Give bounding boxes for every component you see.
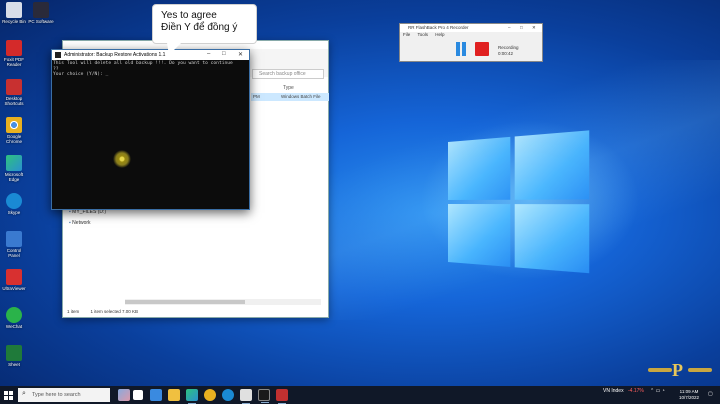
terminal-line: This Tool will delete all old backup !!!… [53,61,233,66]
type-column-label: Type [283,85,294,91]
explorer-status-bar: 1 item 1 item selected 7.00 KB [63,307,328,317]
minimize-icon[interactable]: – [207,51,210,57]
control-panel-icon[interactable]: Control Panel [1,231,27,258]
minimize-icon[interactable]: – [508,25,511,30]
taskbar-search-box[interactable]: ⌕ Type here to search [18,388,110,402]
icon-label: PC Software [28,19,54,24]
chrome-icon[interactable]: Google Chrome [1,117,27,144]
explorer-window-taskbar-icon[interactable] [240,389,252,404]
taskbar-search-placeholder: Type here to search [32,392,81,398]
recorder-taskbar-icon[interactable] [276,389,288,404]
terminal-title-bar[interactable]: Administrator: Backup Restore Activation… [52,50,249,60]
maximize-icon[interactable]: □ [520,25,523,30]
desktop-shortcuts-icon[interactable]: Desktop Shortcuts [1,79,27,106]
explorer-column-header[interactable]: Type [251,83,329,93]
recording-status: Recording 0:00:42 [498,45,519,57]
search-icon: ⌕ [22,390,26,397]
watermark-letter: P [672,360,683,380]
horizontal-scrollbar[interactable] [125,299,321,305]
callout-tail [164,43,182,55]
recorder-window[interactable]: RR FlashBack Pro 4 Recorder – □ ✕ File T… [399,23,543,62]
left-wing [648,368,672,372]
icon-image [6,2,22,18]
recorder-menu: File Tools Help [400,32,542,39]
task-view-icon[interactable] [133,390,143,400]
file-explorer-taskbar-icon[interactable] [168,389,180,401]
cmd-icon [55,52,61,58]
taskbar-clock[interactable]: 11:09 AM 10/7/2022 [676,389,702,401]
file-row[interactable]: PM Windows Batch File [251,93,329,101]
terminal-output[interactable]: This Tool will delete all old backup !!!… [52,60,249,79]
explorer-nav-pane: ▪ MY_FILES (D:) ▪ Network [69,209,106,231]
status-selected: 1 item selected 7.00 KB [90,309,139,314]
icon-label: Control Panel [6,248,22,258]
clock-date: 10/7/2022 [678,395,700,400]
taskbar: ⌕ Type here to search VN Index -4.17% ⌃ … [0,386,720,404]
desktop: Recycle Bin PC Software Foxit PDF Reader… [0,0,720,386]
mouse-cursor-highlight [113,150,131,168]
stop-button[interactable] [475,42,489,56]
stock-change: -4.17% [628,388,644,394]
file-time: PM [253,94,260,99]
chrome-taskbar-icon[interactable] [204,389,216,401]
close-icon[interactable]: ✕ [532,25,536,31]
watermark-logo: P [648,360,714,380]
annotation-callout: Yes to agree Điền Y để đồng ý [152,4,257,44]
icon-label: Recycle Bin [2,19,26,24]
recording-time: 0:00:42 [498,51,514,56]
menu-file[interactable]: File [403,32,410,37]
file-type: Windows Batch File [281,94,321,99]
terminal-title: Administrator: Backup Restore Activation… [64,52,166,58]
skype-icon[interactable]: Skype [1,193,27,215]
edge-icon[interactable]: Microsoft Edge [1,155,27,182]
close-icon[interactable]: ✕ [238,51,243,58]
icon-label: Skype [7,210,21,215]
nav-item-network[interactable]: ▪ Network [69,220,106,231]
icon-label: Google Chrome [5,134,22,144]
menu-help[interactable]: Help [435,32,444,37]
recycle-bin-icon[interactable]: Recycle Bin [1,2,27,24]
start-button[interactable] [4,391,13,400]
foxit-pdf-icon[interactable]: Foxit PDF Reader [1,40,27,67]
taskbar-widget-icon[interactable] [118,389,130,401]
edge-taskbar-icon[interactable] [186,389,198,404]
ultraviewer-icon[interactable]: UltraViewer [1,269,27,291]
scroll-thumb[interactable] [125,300,245,304]
pause-button[interactable] [454,42,468,56]
nav-item-my-files[interactable]: ▪ MY_FILES (D:) [69,209,106,220]
wechat-icon[interactable]: WeChat [1,307,27,329]
sheet-icon[interactable]: Sheet [1,345,27,367]
cmd-taskbar-icon[interactable] [258,389,270,403]
tray-icons[interactable]: ⌃ ▭ ◔ [650,388,665,394]
notification-icon[interactable]: ▢ [708,391,713,397]
terminal-prompt: Your choice (Y/N): _ [53,72,109,78]
skype-taskbar-icon[interactable] [222,389,234,401]
command-prompt-window[interactable]: Administrator: Backup Restore Activation… [51,49,250,210]
recorder-title-bar[interactable]: RR FlashBack Pro 4 Recorder – □ ✕ [400,24,542,32]
icon-label: Foxit PDF Reader [3,57,24,67]
icon-label: WeChat [5,324,23,329]
status-item-count: 1 item [67,309,80,314]
callout-line-english: Yes to agree [161,10,217,21]
icon-label: Desktop Shortcuts [4,96,24,106]
windows-logo [448,130,592,276]
search-placeholder: Search backup office [259,71,306,77]
icon-label: Microsoft Edge [4,172,24,182]
recorder-title: RR FlashBack Pro 4 Recorder [408,25,469,30]
callout-line-vietnamese: Điền Y để đồng ý [161,22,238,33]
right-wing [688,368,712,372]
stock-name: VN Index [603,388,624,394]
icon-label: Sheet [8,362,20,367]
store-icon[interactable] [150,389,162,401]
icon-label: UltraViewer [2,286,26,291]
menu-tools[interactable]: Tools [417,32,428,37]
pc-software-icon[interactable]: PC Software [28,2,54,24]
explorer-search-input[interactable]: Search backup office [252,69,324,79]
maximize-icon[interactable]: □ [222,51,226,57]
